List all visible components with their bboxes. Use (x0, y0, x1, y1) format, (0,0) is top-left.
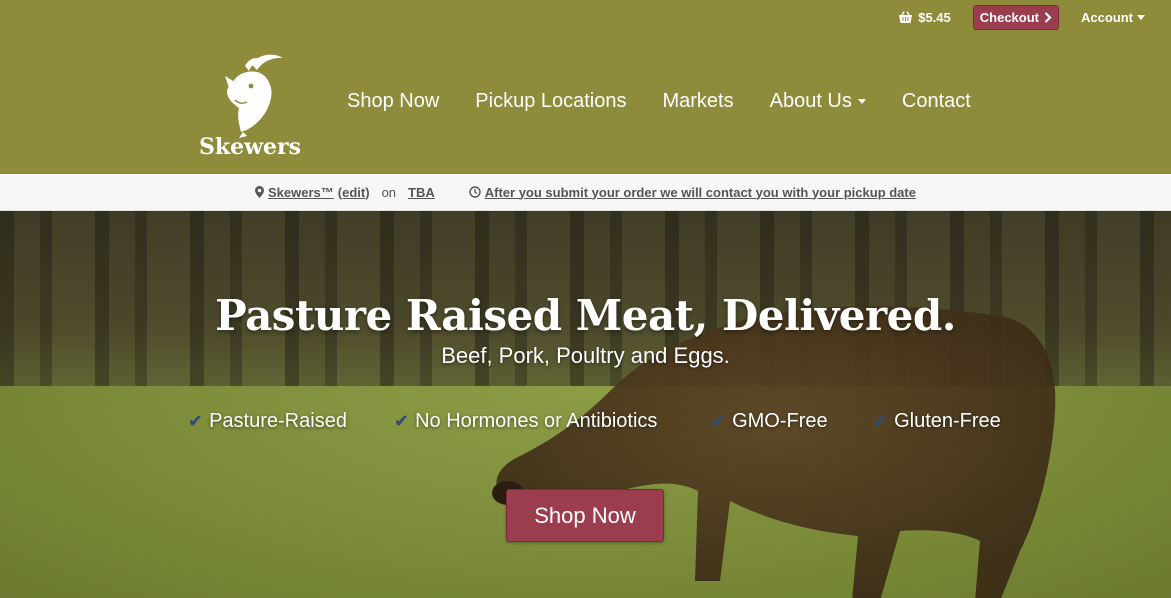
utility-bar: $5.45 Checkout Account (898, 4, 1145, 30)
cart-amount: $5.45 (918, 9, 951, 25)
hero-banner: Pasture Raised Meat, Delivered. Beef, Po… (0, 211, 1171, 598)
nav-label: Pickup Locations (475, 90, 627, 112)
checkout-label: Checkout (979, 9, 1039, 25)
feature-item: ✔ GMO-Free (711, 410, 828, 433)
nav-label: Contact (901, 90, 971, 112)
feature-label: No Hormones or Antibiotics (415, 410, 658, 432)
site-header: $5.45 Checkout Account Skewers Shop Now … (0, 0, 1171, 174)
clock-icon (469, 186, 481, 198)
check-icon: ✔ (394, 411, 410, 431)
pickup-date-link[interactable]: TBA (408, 185, 435, 200)
cart-link[interactable]: $5.45 (898, 10, 951, 25)
feature-item: ✔ Pasture-Raised (188, 410, 347, 433)
nav-item-pickup-locations[interactable]: Pickup Locations (475, 90, 626, 113)
account-label: Account (1081, 9, 1133, 25)
pickup-notice: After you submit your order we will cont… (469, 185, 916, 200)
caret-down-icon (857, 99, 866, 104)
nav-item-markets[interactable]: Markets (662, 90, 733, 113)
hero-subtitle: Beef, Pork, Poultry and Eggs. (441, 343, 730, 368)
hero-title: Pasture Raised Meat, Delivered. (215, 291, 956, 340)
feature-item: ✔ Gluten-Free (873, 410, 1001, 433)
site-logo[interactable]: Skewers (193, 52, 307, 162)
goat-logo-icon (225, 54, 283, 138)
chevron-right-icon (1044, 11, 1052, 23)
feature-label: Gluten-Free (894, 410, 1001, 432)
basket-icon (899, 10, 913, 23)
feature-label: Pasture-Raised (209, 410, 347, 432)
nav-label: Shop Now (347, 90, 440, 112)
pickup-info-bar: Skewers™ (edit) on TBA After you submit … (0, 174, 1171, 211)
check-icon: ✔ (873, 411, 889, 431)
account-menu[interactable]: Account (1081, 10, 1145, 25)
check-icon: ✔ (711, 411, 727, 431)
nav-label: Markets (662, 90, 734, 112)
logo-text: Skewers (198, 134, 302, 160)
feature-label: GMO-Free (732, 410, 828, 432)
nav-item-shop-now[interactable]: Shop Now (347, 90, 439, 113)
location-link[interactable]: Skewers™ (268, 185, 334, 200)
pickup-location: Skewers™ (edit) on TBA (255, 185, 435, 200)
feature-list: ✔ Pasture-Raised ✔ No Hormones or Antibi… (0, 410, 1171, 436)
nav-label: About Us (769, 90, 852, 112)
nav-item-about-us[interactable]: About Us (770, 90, 866, 113)
on-label: on (381, 184, 397, 200)
map-marker-icon (255, 186, 265, 198)
edit-location-link[interactable]: (edit) (338, 185, 370, 200)
checkout-button[interactable]: Checkout (972, 4, 1059, 30)
main-nav: Shop Now Pickup Locations Markets About … (347, 90, 971, 113)
shop-now-button[interactable]: Shop Now (506, 489, 664, 542)
pickup-notice-link[interactable]: After you submit your order we will cont… (485, 185, 916, 200)
feature-item: ✔ No Hormones or Antibiotics (394, 410, 657, 433)
caret-down-icon (1137, 14, 1145, 20)
check-icon: ✔ (188, 411, 204, 431)
nav-item-contact[interactable]: Contact (902, 90, 971, 113)
